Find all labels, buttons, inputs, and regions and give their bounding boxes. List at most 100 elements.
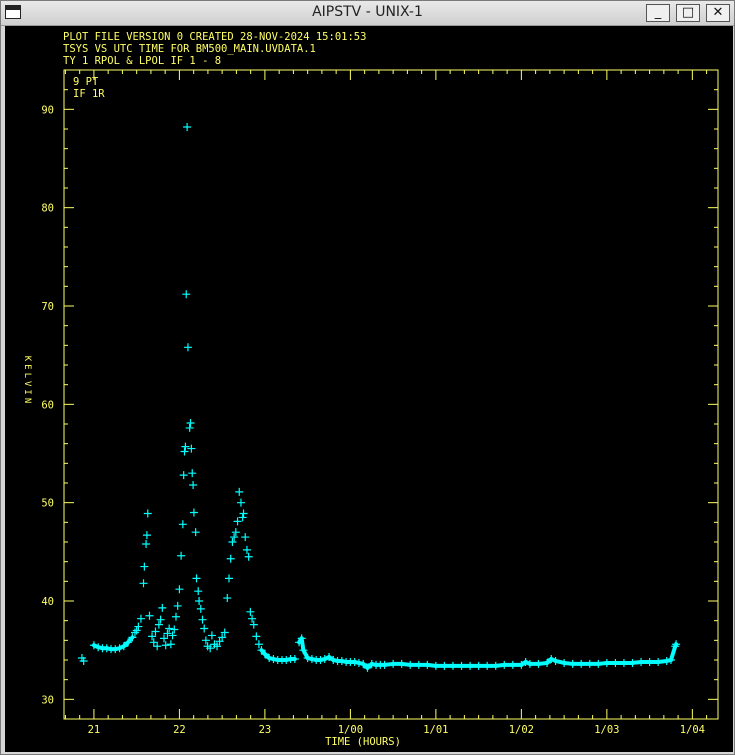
data-point	[145, 611, 154, 620]
data-point	[153, 642, 162, 651]
data-point	[161, 641, 170, 650]
maximize-button[interactable]: □	[676, 4, 700, 22]
data-point	[224, 574, 233, 583]
data-point	[191, 528, 200, 537]
x-tick-label: 23	[259, 724, 272, 736]
data-point	[238, 513, 247, 522]
data-point	[236, 498, 245, 507]
y-axis-label: KELVIN	[22, 356, 32, 407]
data-point	[242, 545, 251, 554]
y-axis: 30 40 50 60 70 80 90 KELVIN	[22, 69, 718, 720]
data-point	[134, 622, 143, 631]
data-point	[149, 638, 158, 647]
x-tick-label: 1/00	[338, 724, 363, 736]
data-point	[177, 551, 186, 560]
data-point	[233, 517, 242, 526]
data-point	[143, 509, 152, 518]
x-axis: 21 22 23 1/00 1/01 1/02 1/03 1/04 TIME (HOURS)	[64, 70, 708, 748]
data-point	[182, 290, 191, 299]
data-point	[244, 552, 253, 561]
y-tick-label: 70	[41, 301, 54, 313]
dense-points-segment	[126, 635, 135, 645]
data-point	[166, 640, 175, 649]
data-point	[239, 509, 248, 518]
data-point	[188, 469, 197, 478]
x-tick-label: 22	[173, 724, 186, 736]
y-tick-label: 80	[41, 203, 54, 215]
data-point	[186, 419, 195, 428]
data-point	[160, 634, 169, 643]
data-point	[156, 615, 165, 624]
data-point	[140, 562, 149, 571]
data-point	[248, 614, 257, 623]
data-point	[189, 480, 198, 489]
data-point	[183, 123, 192, 132]
data-point	[194, 587, 203, 596]
data-point	[192, 574, 201, 583]
data-point	[181, 442, 190, 451]
minimize-button[interactable]: _	[646, 4, 670, 22]
data-point	[163, 629, 172, 638]
x-tick-label: 1/03	[594, 724, 619, 736]
data-point	[195, 597, 204, 605]
data-point	[154, 620, 163, 629]
data-point	[198, 615, 207, 624]
data-point	[235, 487, 244, 496]
y-tick-label: 50	[41, 498, 54, 510]
data-points	[77, 123, 681, 672]
data-point	[230, 533, 239, 542]
data-point	[189, 508, 198, 517]
data-point	[228, 538, 237, 546]
app-window: AIPSTV - UNIX-1 _ □ ✕ PLOT FILE VERSION …	[0, 0, 735, 755]
data-point	[151, 627, 160, 636]
y-tick-label: 30	[41, 694, 54, 706]
data-point	[241, 533, 250, 542]
close-button[interactable]: ✕	[706, 4, 730, 22]
data-point	[231, 528, 240, 537]
data-point	[200, 624, 209, 633]
data-point	[183, 343, 192, 352]
data-point	[187, 444, 196, 453]
plot-canvas[interactable]: PLOT FILE VERSION 0 CREATED 28-NOV-2024 …	[5, 26, 733, 752]
y-tick-label: 90	[41, 104, 54, 116]
data-point	[165, 624, 174, 633]
data-point	[170, 625, 179, 634]
plot-annotations: 9 PTIF 1R	[73, 76, 105, 100]
plot-annotation: IF 1R	[73, 88, 105, 100]
data-point	[148, 632, 157, 641]
data-point	[180, 447, 189, 456]
data-point	[139, 579, 148, 588]
dense-points-segment	[673, 642, 679, 649]
data-point	[173, 601, 182, 610]
data-point	[142, 531, 151, 540]
data-point	[207, 631, 216, 640]
x-tick-label: 21	[88, 724, 101, 736]
data-point	[196, 604, 205, 613]
data-point	[249, 620, 258, 629]
y-tick-label: 60	[41, 399, 54, 411]
data-point	[158, 603, 167, 612]
data-point	[178, 520, 187, 529]
data-point	[185, 423, 194, 432]
data-point	[201, 636, 210, 645]
data-point	[223, 594, 232, 603]
data-point	[142, 539, 151, 548]
x-axis-label: TIME (HOURS)	[325, 736, 401, 748]
data-point	[179, 471, 188, 480]
data-point	[136, 614, 145, 623]
data-point	[226, 554, 235, 563]
plot-frame	[63, 69, 719, 720]
plot-annotation: 9 PT	[73, 76, 99, 88]
data-point	[168, 631, 177, 640]
data-point	[252, 632, 261, 641]
dense-points-segment	[668, 644, 678, 662]
data-point	[175, 585, 184, 594]
plot-header: PLOT FILE VERSION 0 CREATED 28-NOV-2024 …	[63, 31, 366, 67]
x-tick-label: 1/02	[509, 724, 534, 736]
header-line: PLOT FILE VERSION 0 CREATED 28-NOV-2024 …	[63, 31, 366, 43]
data-point	[246, 607, 255, 616]
title-bar[interactable]: AIPSTV - UNIX-1 _ □ ✕	[1, 1, 734, 26]
data-point	[171, 612, 180, 621]
tsys-plot: PLOT FILE VERSION 0 CREATED 28-NOV-2024 …	[22, 31, 719, 748]
header-line: TY 1 RPOL & LPOL IF 1 - 8	[63, 55, 221, 67]
